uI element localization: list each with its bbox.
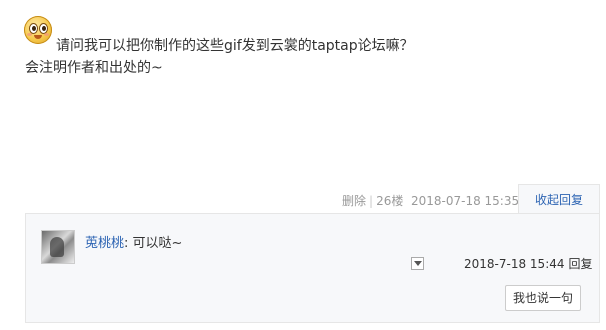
say-something-button[interactable]: 我也说一句: [505, 285, 581, 311]
meta-separator: |: [369, 194, 374, 208]
reply-timestamp: 2018-7-18 15:44: [464, 257, 565, 271]
reply-meta: 2018-7-18 15:44 回复: [464, 255, 593, 272]
emoji-right-blush: [44, 33, 49, 36]
emoji-left-blush: [27, 33, 32, 36]
avatar[interactable]: [41, 230, 75, 264]
floor-number: 26楼: [376, 194, 404, 208]
post-content-line-2: 会注明作者和出处的~: [25, 60, 163, 76]
reply-button[interactable]: 回复: [569, 257, 593, 271]
chevron-down-icon[interactable]: [411, 257, 424, 270]
collapse-replies-tab[interactable]: 收起回复: [518, 184, 600, 214]
post-timestamp: 2018-07-18 15:35: [410, 194, 520, 208]
avatar-figure: [50, 237, 64, 257]
delete-link[interactable]: 删除: [342, 194, 366, 208]
post-meta-row: 删除 | 26楼 2018-07-18 15:35: [342, 192, 519, 209]
reply-username-link[interactable]: 莵桃桃: [85, 236, 124, 251]
reply-content: 莵桃桃: 可以哒~: [85, 232, 182, 251]
reply-text: 可以哒~: [128, 236, 183, 251]
emoji-mouth: [34, 35, 42, 39]
pleading-face-emoji-icon: [24, 16, 52, 44]
post-content-line-1: 请问我可以把你制作的这些gif发到云裳的taptap论坛嘛？: [56, 38, 414, 54]
